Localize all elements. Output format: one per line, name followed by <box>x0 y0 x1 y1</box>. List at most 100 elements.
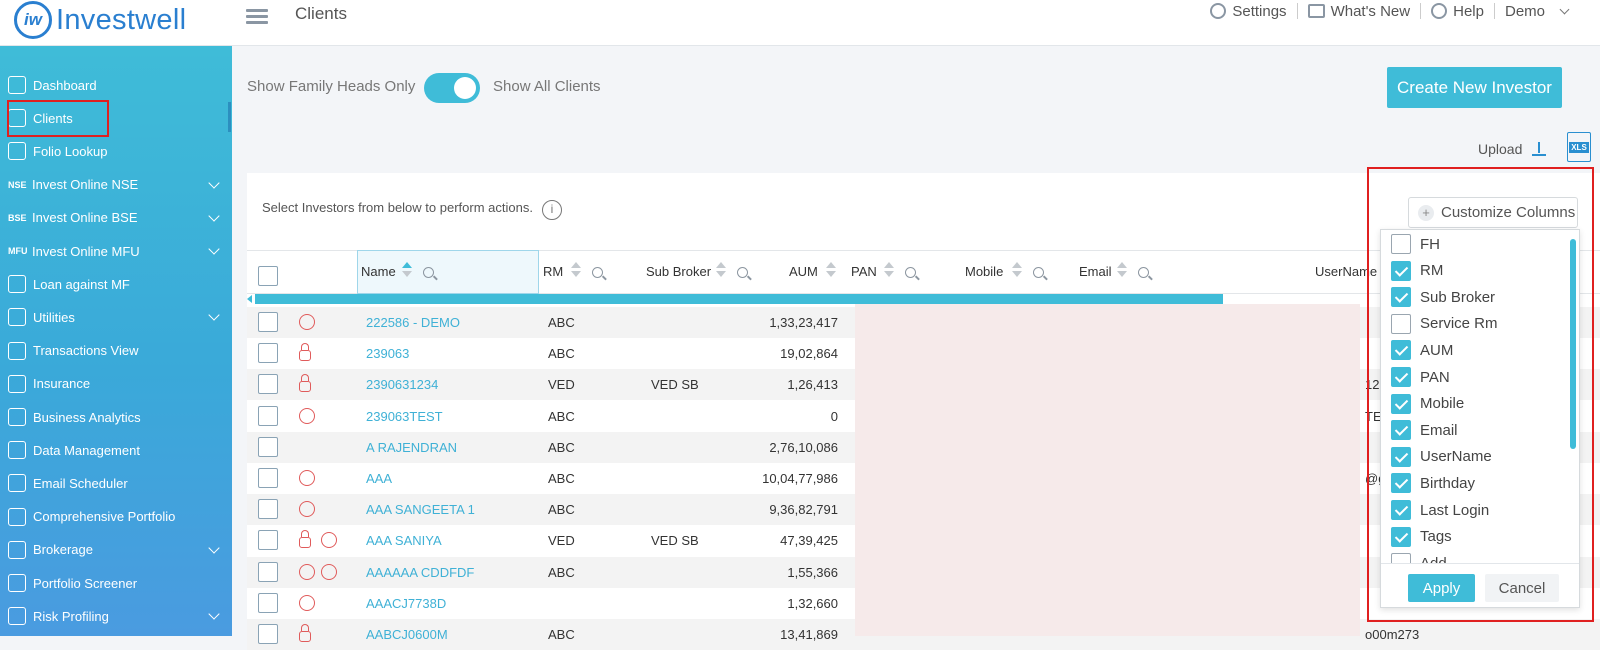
sidebar-item-folio-lookup[interactable]: Folio Lookup <box>8 136 224 166</box>
upload-label: Upload <box>1478 141 1523 157</box>
sort-sub-broker-icon[interactable] <box>716 262 726 278</box>
sidebar-item-utilities[interactable]: Utilities <box>8 302 224 332</box>
lock-icon[interactable] <box>299 624 311 642</box>
sidebar-item-risk-profiling[interactable]: Risk Profiling <box>8 601 224 631</box>
col-sub-broker[interactable]: Sub Broker <box>646 264 711 279</box>
lock-icon[interactable] <box>299 343 311 362</box>
row-checkbox[interactable] <box>258 468 278 488</box>
whats-new-link[interactable]: What's New <box>1307 3 1410 20</box>
no-call-icon[interactable] <box>299 407 315 424</box>
menu-toggle-icon[interactable] <box>246 6 268 28</box>
user-menu[interactable]: Demo <box>1505 3 1572 20</box>
sidebar-item-business-analytics[interactable]: Business Analytics <box>8 402 224 432</box>
top-links: Settings What's New Help Demo <box>1210 0 1572 22</box>
help-link[interactable]: Help <box>1431 3 1484 20</box>
client-name-link[interactable]: 239063 <box>366 346 409 361</box>
sidebar-item-loan-against-mf[interactable]: Loan against MF <box>8 269 224 299</box>
row-checkbox[interactable] <box>258 561 278 582</box>
row-checkbox[interactable] <box>258 374 278 395</box>
row-checkbox[interactable] <box>258 499 278 520</box>
sidebar-item-invest-online-nse[interactable]: NSE Invest Online NSE <box>8 170 224 200</box>
sidebar-item-invest-online-bse[interactable]: BSE Invest Online BSE <box>8 203 224 233</box>
col-rm[interactable]: RM <box>543 264 563 279</box>
family-head-toggle[interactable] <box>424 73 480 103</box>
col-email[interactable]: Email <box>1079 264 1112 279</box>
client-name-link[interactable]: A RAJENDRAN <box>366 440 457 455</box>
sidebar-item-comprehensive-portfolio[interactable]: Comprehensive Portfolio <box>8 502 224 532</box>
sort-email-icon[interactable] <box>1117 262 1127 278</box>
row-checkbox[interactable] <box>258 405 278 426</box>
client-name-link[interactable]: AAA SANIYA <box>366 533 442 548</box>
sidebar-item-invest-online-mfu[interactable]: MFU Invest Online MFU <box>8 236 224 266</box>
client-name-link[interactable]: AABCJ0600M <box>366 627 448 642</box>
sidebar-item-brokerage[interactable]: Brokerage <box>8 535 224 565</box>
select-all-checkbox[interactable] <box>258 266 278 286</box>
sort-mobile-icon[interactable] <box>1012 262 1022 278</box>
sidebar-item-email-scheduler[interactable]: Email Scheduler <box>8 468 224 498</box>
info-icon[interactable]: i <box>542 200 562 220</box>
row-checkbox[interactable] <box>258 592 278 613</box>
rm-cell: ABC <box>548 408 575 424</box>
client-name-link[interactable]: AAACJ7738D <box>366 596 446 611</box>
col-pan[interactable]: PAN <box>851 264 877 279</box>
phone-icon[interactable] <box>321 563 337 580</box>
search-rm-icon[interactable] <box>592 267 603 278</box>
search-mobile-icon[interactable] <box>1033 267 1044 278</box>
sort-pan-icon[interactable] <box>884 262 894 278</box>
sub-broker-cell: VED SB <box>651 377 699 393</box>
rm-cell: ABC <box>548 346 575 362</box>
col-name[interactable]: Name <box>361 264 396 279</box>
chevron-down-icon <box>208 210 220 222</box>
aum-cell: 1,26,413 <box>787 377 838 393</box>
col-aum[interactable]: AUM <box>789 264 818 279</box>
lock-icon[interactable] <box>299 530 311 549</box>
client-name-link[interactable]: 222586 - DEMO <box>366 315 460 330</box>
utilities-icon <box>8 308 26 327</box>
search-sub-broker-icon[interactable] <box>737 267 748 278</box>
row-checkbox[interactable] <box>258 530 278 551</box>
no-call-icon[interactable] <box>299 314 315 330</box>
client-name-link[interactable]: 239063TEST <box>366 409 443 424</box>
row-checkbox[interactable] <box>258 312 278 332</box>
create-new-investor-button[interactable]: Create New Investor <box>1387 67 1562 108</box>
row-checkbox[interactable] <box>258 436 278 457</box>
sidebar-item-insurance[interactable]: Insurance <box>8 369 224 399</box>
sidebar-item-label: Insurance <box>33 376 91 392</box>
row-checkbox[interactable] <box>258 624 278 644</box>
sort-rm-icon[interactable] <box>571 262 581 278</box>
search-email-icon[interactable] <box>1138 267 1149 278</box>
sort-aum-icon[interactable] <box>826 262 836 278</box>
client-name-link[interactable]: AAA <box>366 471 392 486</box>
client-name-link[interactable]: AAA SANGEETA 1 <box>366 502 475 517</box>
client-name-link[interactable]: AAAAAA CDDFDF <box>366 565 474 580</box>
no-call-icon[interactable] <box>299 470 315 486</box>
xls-download-icon[interactable]: XLS <box>1567 132 1591 162</box>
no-call-icon[interactable] <box>299 563 315 580</box>
bank-icon <box>8 275 26 294</box>
sidebar-item-data-management[interactable]: Data Management <box>8 435 224 465</box>
horizontal-scrollbar[interactable] <box>255 294 1223 304</box>
sidebar-item-transactions-view[interactable]: Transactions View <box>8 336 224 366</box>
logo[interactable]: iw Investwell <box>14 0 186 40</box>
row-checkbox[interactable] <box>258 343 278 364</box>
divider <box>1296 3 1298 19</box>
settings-link[interactable]: Settings <box>1210 3 1287 20</box>
sidebar-scrollbar[interactable] <box>228 102 231 132</box>
scroll-left-arrow[interactable] <box>247 295 252 303</box>
rm-cell: ABC <box>548 439 575 455</box>
sidebar-item-portfolio-screener[interactable]: Portfolio Screener <box>8 568 224 598</box>
lock-icon[interactable] <box>299 374 311 393</box>
home-icon <box>8 76 26 94</box>
aum-cell: 2,76,10,086 <box>769 439 838 455</box>
search-name-icon[interactable] <box>423 267 434 278</box>
col-mobile[interactable]: Mobile <box>965 264 1003 279</box>
sidebar-item-dashboard[interactable]: Dashboard <box>8 70 224 100</box>
username-cell: o00m273 <box>1365 627 1420 642</box>
upload-button[interactable]: Upload <box>1478 141 1547 157</box>
client-name-link[interactable]: 2390631234 <box>366 377 438 392</box>
sort-name-icon[interactable] <box>402 262 412 278</box>
search-pan-icon[interactable] <box>905 267 916 278</box>
chevron-down-icon <box>208 542 220 554</box>
no-call-icon[interactable] <box>299 594 315 611</box>
nse-tag: NSE <box>8 179 27 190</box>
